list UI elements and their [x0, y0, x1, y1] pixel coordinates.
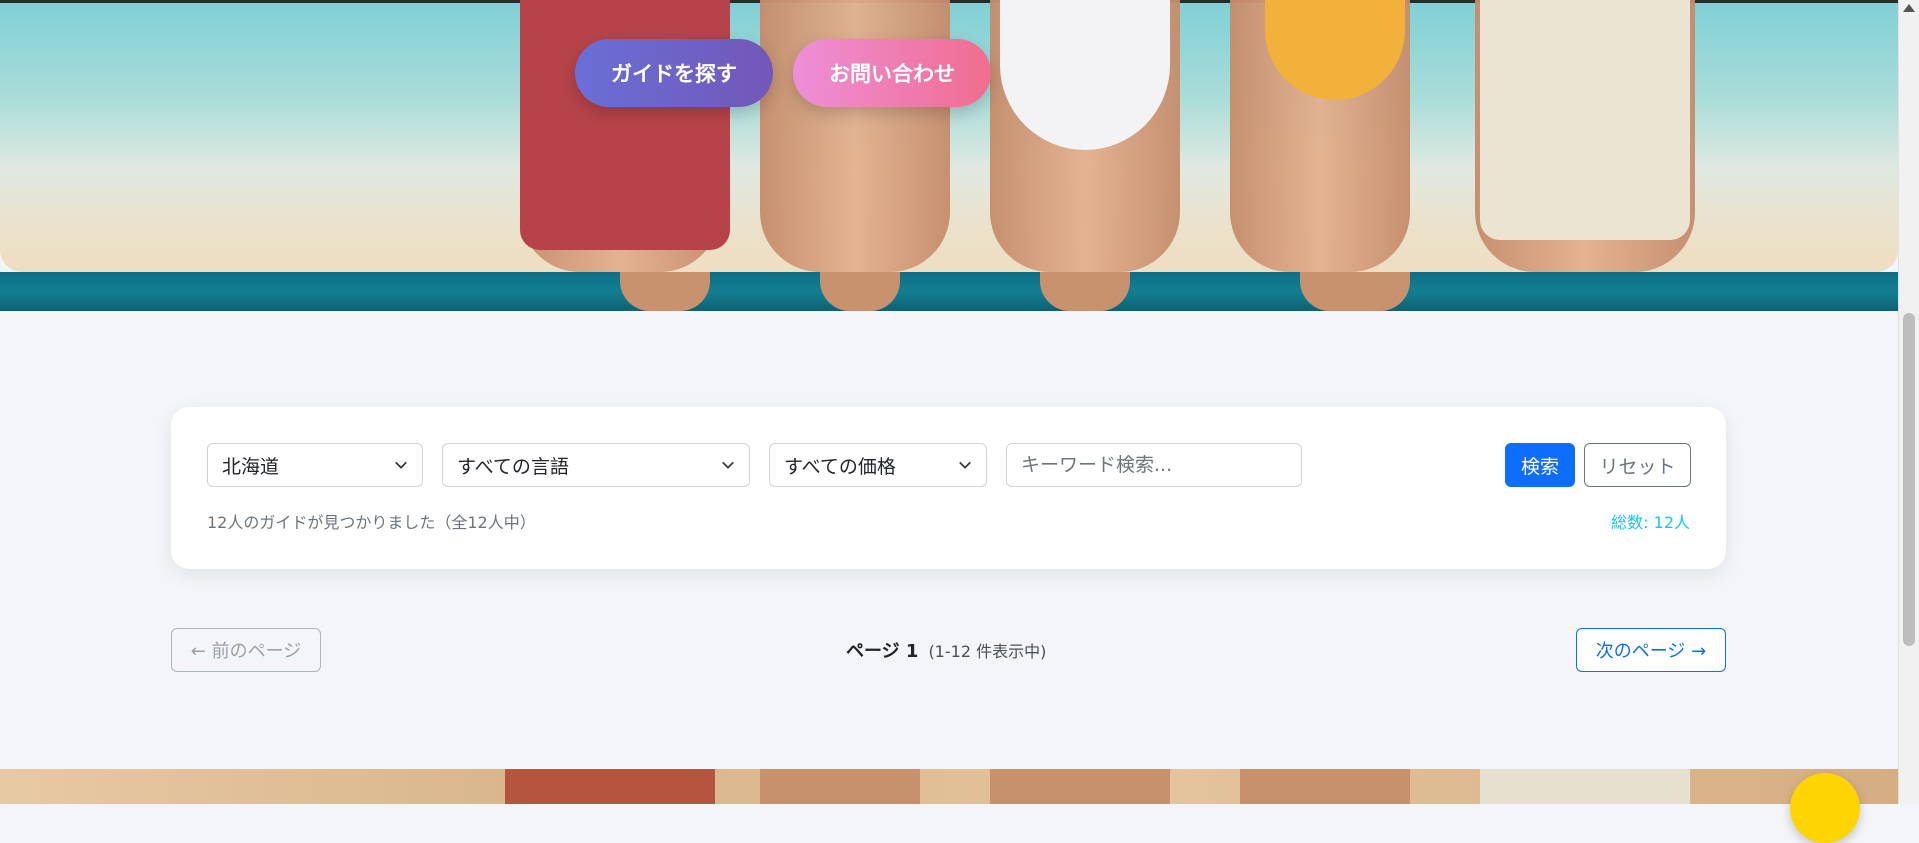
hero-figure-shorts [520, 0, 730, 250]
page-indicator: ページ 1 (1-12 件表示中) [846, 637, 1046, 663]
vertical-scrollbar[interactable] [1898, 0, 1919, 804]
hero-banner-image: ガイドを探す お問い合わせ [0, 0, 1898, 272]
page-number: ページ 1 [846, 641, 919, 662]
photo-figure [760, 769, 920, 804]
chevron-down-icon [959, 461, 971, 469]
total-count-text: 総数: 12人 [1611, 513, 1690, 532]
previous-page-button[interactable]: ← 前のページ [171, 628, 321, 672]
search-button[interactable]: 検索 [1505, 443, 1575, 487]
price-select-value: すべての価格 [784, 455, 896, 478]
photo-face [1300, 272, 1410, 311]
language-select-value: すべての言語 [457, 455, 569, 478]
background-photo-strip [0, 272, 1898, 311]
price-select[interactable]: すべての価格 [769, 443, 987, 487]
photo-figure [505, 769, 715, 804]
scroll-up-arrow-icon[interactable] [1903, 4, 1915, 12]
find-guide-button[interactable]: ガイドを探す [575, 39, 773, 107]
scrollbar-thumb[interactable] [1903, 313, 1915, 646]
guide-filter-card: 北海道 すべての言語 すべての価格 検索 リセット 12人のガイドが見つかりまし… [171, 407, 1726, 569]
hero-figure-shorts [1480, 0, 1690, 240]
photo-figure [990, 769, 1170, 804]
result-count-text: 12人のガイドが見つかりました（全12人中） [207, 513, 536, 532]
contact-button[interactable]: お問い合わせ [793, 39, 991, 107]
region-select-value: 北海道 [222, 455, 280, 478]
next-page-button[interactable]: 次のページ → [1576, 628, 1726, 672]
chevron-down-icon [395, 461, 407, 469]
chevron-down-icon [722, 461, 734, 469]
region-select[interactable]: 北海道 [207, 443, 423, 487]
photo-figure [1480, 769, 1690, 804]
photo-figure [1240, 769, 1410, 804]
photo-face [820, 272, 900, 311]
footer-photo-strip [0, 769, 1898, 804]
reset-button[interactable]: リセット [1584, 443, 1691, 487]
keyword-search-input[interactable] [1006, 443, 1302, 487]
language-select[interactable]: すべての言語 [442, 443, 750, 487]
chat-widget-button[interactable] [1790, 773, 1860, 843]
page-range: (1-12 件表示中) [928, 642, 1047, 661]
photo-face [620, 272, 710, 311]
photo-face [1040, 272, 1130, 311]
